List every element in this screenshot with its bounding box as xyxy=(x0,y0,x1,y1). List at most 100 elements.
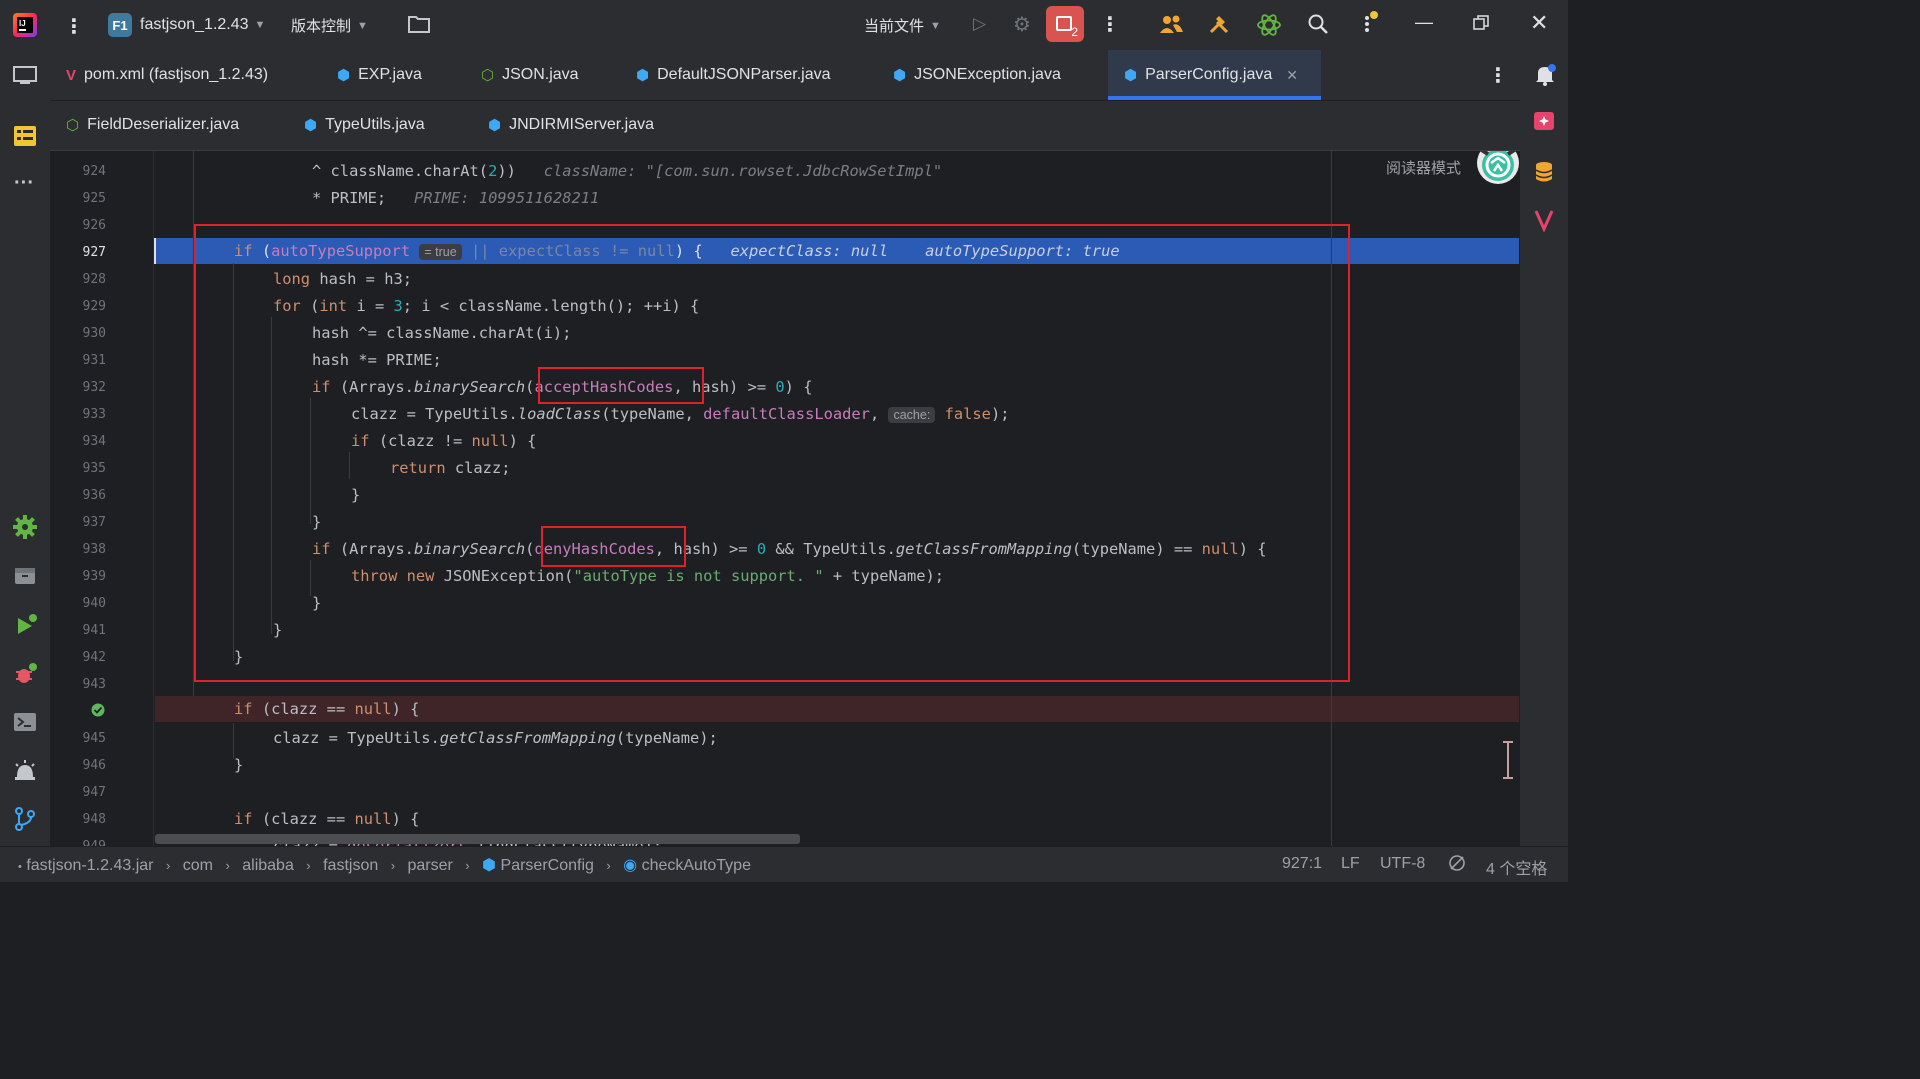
project-view-icon[interactable] xyxy=(12,64,38,86)
breadcrumb-package[interactable]: com xyxy=(183,857,213,874)
restore-icon[interactable] xyxy=(1472,14,1490,32)
chevron-right-icon: › xyxy=(306,858,311,873)
line-number: 929 xyxy=(82,299,106,314)
code-line-925: * PRIME; PRIME: 1099511628211 xyxy=(312,189,600,207)
debug-icon[interactable]: ⚙ xyxy=(1013,12,1031,37)
line-number: 934 xyxy=(82,434,106,449)
run-config-selector[interactable]: 当前文件 ▼ xyxy=(864,15,941,36)
line-separator[interactable]: LF xyxy=(1341,855,1360,873)
tab-label: pom.xml (fastjson_1.2.43) xyxy=(84,66,269,83)
line-number: 928 xyxy=(82,272,106,287)
settings-updates-icon[interactable] xyxy=(1358,10,1382,36)
horizontal-scrollbar[interactable] xyxy=(155,834,800,844)
git-branch-icon[interactable] xyxy=(12,806,38,832)
chevron-right-icon: › xyxy=(165,858,171,873)
build-tools-icon[interactable] xyxy=(1207,12,1231,36)
run-icon[interactable]: ▷ xyxy=(973,14,986,34)
breadcrumb-class[interactable]: ParserConfig xyxy=(501,857,594,874)
scrollbar-marker[interactable] xyxy=(1503,741,1513,779)
assistant-avatar-icon[interactable] xyxy=(1474,151,1520,191)
breadcrumb-package[interactable]: parser xyxy=(407,857,452,874)
run-tool-icon[interactable] xyxy=(13,612,39,638)
chevron-right-icon: › xyxy=(465,858,470,873)
file-encoding[interactable]: UTF-8 xyxy=(1380,855,1425,873)
services-gear-icon[interactable] xyxy=(12,514,38,540)
maven-icon[interactable] xyxy=(1533,208,1555,232)
intellij-logo-icon[interactable]: IJ xyxy=(12,12,38,38)
line-number: 937 xyxy=(82,515,106,530)
tab-fielddeserializer-java[interactable]: ⬡ FieldDeserializer.java xyxy=(66,100,239,150)
tab-label: JSON.java xyxy=(502,66,579,83)
vcs-menu[interactable]: 版本控制 ▼ xyxy=(291,15,368,36)
tab-row-1: V pom.xml (fastjson_1.2.43) ⬢ EXP.java ⬡… xyxy=(50,50,1520,101)
breakpoint-verified-icon[interactable] xyxy=(91,702,105,721)
project-selector[interactable]: F1 fastjson_1.2.43 ▼ xyxy=(108,13,265,37)
code-line-948: if (clazz == null) { xyxy=(234,810,420,828)
chevron-down-icon: ▼ xyxy=(930,19,941,32)
maven-icon: V xyxy=(66,66,77,84)
tab-pom-xml[interactable]: V pom.xml (fastjson_1.2.43) xyxy=(66,50,268,100)
left-tool-window-bar: ··· xyxy=(0,50,50,846)
tab-typeutils-java[interactable]: ⬢ TypeUtils.java xyxy=(304,100,425,150)
readonly-toggle-icon[interactable] xyxy=(1448,854,1466,877)
problems-icon[interactable] xyxy=(12,758,38,784)
line-number-gutter: 924 925 926 927 928 929 930 931 932 933 … xyxy=(50,151,154,846)
breadcrumb-package[interactable]: fastjson xyxy=(323,857,378,874)
title-bar: IJ ⋮ F1 fastjson_1.2.43 ▼ 版本控制 ▼ 当前文件 ▼ … xyxy=(0,0,1568,50)
notifications-icon[interactable] xyxy=(1532,62,1558,88)
archive-icon[interactable] xyxy=(13,564,37,588)
more-tool-windows-icon[interactable]: ··· xyxy=(14,172,34,195)
line-number: 948 xyxy=(82,812,106,827)
code-line-944: if (clazz == null) { xyxy=(234,700,420,718)
vcs-label: 版本控制 xyxy=(291,18,352,35)
breadcrumb-package[interactable]: alibaba xyxy=(242,857,294,874)
reader-mode-toggle[interactable]: 阅读器模式 xyxy=(1386,157,1461,178)
close-tab-icon[interactable]: ✕ xyxy=(1286,67,1298,84)
tab-parserconfig-java[interactable]: ⬢ ParserConfig.java ✕ xyxy=(1108,50,1321,100)
structure-icon[interactable] xyxy=(12,124,38,148)
database-icon[interactable] xyxy=(1533,160,1555,184)
line-number: 949 xyxy=(50,833,106,846)
annotation-box-denyhashcodes xyxy=(541,526,686,567)
java-interface-icon: ⬡ xyxy=(66,117,80,134)
main-menu-icon[interactable]: ⋮ xyxy=(64,14,84,39)
line-number-current: 927 xyxy=(82,245,106,260)
tab-label: FieldDeserializer.java xyxy=(87,116,240,133)
code-editor[interactable]: 924 925 926 927 928 929 930 931 932 933 … xyxy=(50,151,1520,846)
tab-jsonexception-java[interactable]: ⬢ JSONException.java xyxy=(893,50,1061,100)
caret xyxy=(154,238,156,264)
caret-position[interactable]: 927:1 xyxy=(1282,855,1322,873)
run-config-label: 当前文件 xyxy=(864,18,925,35)
ai-chat-icon[interactable] xyxy=(1532,110,1556,134)
tab-label: ParserConfig.java xyxy=(1145,66,1273,83)
breadcrumb-jar[interactable]: fastjson-1.2.43.jar xyxy=(26,857,153,874)
code-with-me-icon[interactable] xyxy=(1158,13,1184,35)
tab-label: TypeUtils.java xyxy=(325,116,425,133)
tab-exp-java[interactable]: ⬢ EXP.java xyxy=(337,50,422,100)
line-number: 926 xyxy=(82,218,106,233)
code-line-945: clazz = TypeUtils.getClassFromMapping(ty… xyxy=(273,729,718,747)
close-window-icon[interactable]: ✕ xyxy=(1530,10,1548,36)
indent-setting[interactable]: 4 个空格 xyxy=(1486,855,1547,879)
svg-text:IJ: IJ xyxy=(19,19,26,28)
more-actions-icon[interactable]: ⋮ xyxy=(1100,12,1120,37)
java-class-icon: ⬢ xyxy=(488,117,502,134)
tab-defaultjsonparser-java[interactable]: ⬢ DefaultJSONParser.java xyxy=(636,50,831,100)
ai-assistant-icon[interactable] xyxy=(1256,12,1282,38)
terminal-icon[interactable] xyxy=(12,710,38,734)
tab-jndirmiserver-java[interactable]: ⬢ JNDIRMIServer.java xyxy=(488,100,654,150)
tab-json-java[interactable]: ⬡ JSON.java xyxy=(481,50,579,100)
folder-icon[interactable] xyxy=(407,13,431,35)
chevron-right-icon: › xyxy=(225,858,230,873)
breadcrumb-method[interactable]: checkAutoType xyxy=(642,857,751,874)
tab-options-icon[interactable]: ⋮ xyxy=(1488,50,1508,100)
line-number: 933 xyxy=(82,407,106,422)
chevron-down-icon: ▼ xyxy=(254,19,266,31)
stop-button[interactable]: 2 xyxy=(1046,6,1084,42)
minimize-icon[interactable]: — xyxy=(1415,12,1433,33)
search-icon[interactable] xyxy=(1306,12,1330,36)
right-tool-window-bar xyxy=(1520,50,1568,846)
debug-tool-icon[interactable] xyxy=(13,661,39,687)
line-number: 925 xyxy=(82,191,106,206)
code-line-924: ^ className.charAt(2)) className: "[com.… xyxy=(312,162,943,180)
